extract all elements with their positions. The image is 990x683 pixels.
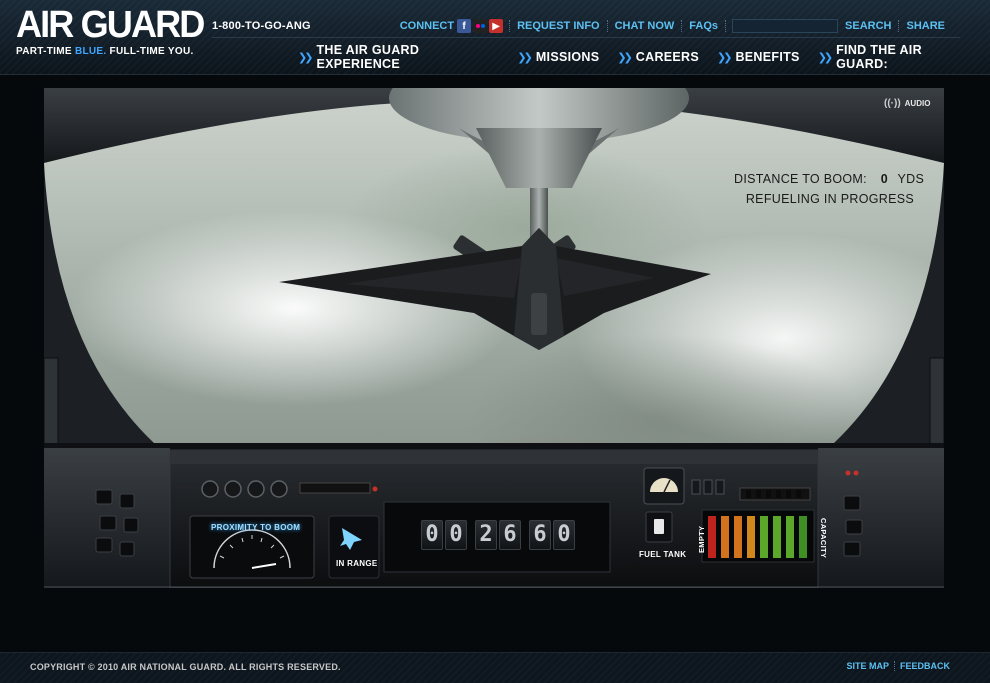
- site-footer: COPYRIGHT © 2010 AIR NATIONAL GUARD. ALL…: [0, 652, 990, 683]
- distance-unit: YDS: [897, 172, 925, 186]
- empty-label: EMPTY: [697, 525, 706, 553]
- distance-row: DISTANCE TO BOOM: 0 YDS: [734, 172, 924, 186]
- tagline-highlight: BLUE.: [74, 46, 107, 57]
- youtube-icon[interactable]: ▶: [489, 19, 504, 33]
- double-chevron-icon: ❯❯: [298, 51, 314, 64]
- fuel-bar: [734, 516, 742, 558]
- tagline-part1: PART-TIME: [16, 46, 72, 57]
- timer-digit: 6: [529, 520, 551, 550]
- refuel-status: REFUELING IN PROGRESS: [745, 192, 914, 206]
- timer-digit: 0: [421, 520, 443, 550]
- tagline-part2: FULL-TIME YOU.: [109, 46, 194, 57]
- search-button[interactable]: SEARCH: [838, 20, 898, 32]
- nav-item-label: BENEFITS: [735, 50, 800, 64]
- fuel-bar: [760, 516, 768, 558]
- nav-item-label: CAREERS: [635, 50, 700, 64]
- site-header: AIR GUARD PART-TIME BLUE. FULL-TIME YOU.…: [0, 0, 990, 75]
- nav-item-experience[interactable]: ❯❯ THE AIR GUARD EXPERIENCE: [298, 43, 499, 71]
- share-link[interactable]: SHARE: [899, 20, 952, 32]
- in-range-label: IN RANGE: [336, 559, 378, 568]
- request-info-link[interactable]: REQUEST INFO: [510, 20, 607, 32]
- divider: [725, 20, 727, 32]
- feedback-link[interactable]: FEEDBACK: [895, 661, 955, 671]
- cockpit-scene: [44, 88, 944, 588]
- nav-item-find[interactable]: ❯❯ FIND THE AIR GUARD:: [818, 43, 972, 71]
- audio-icon: ((·)): [884, 98, 901, 109]
- fuel-bar: [786, 516, 794, 558]
- connect-link[interactable]: CONNECT: [393, 20, 457, 32]
- hud-readout: DISTANCE TO BOOM: 0 YDS REFUELING IN PRO…: [734, 172, 924, 206]
- facebook-icon[interactable]: f: [457, 19, 472, 33]
- fuel-tank-label: FUEL TANK: [639, 550, 687, 559]
- copyright-text: COPYRIGHT © 2010 AIR NATIONAL GUARD. ALL…: [30, 662, 341, 672]
- search-input[interactable]: [732, 19, 839, 33]
- stealth-bomber: [279, 228, 711, 350]
- faqs-link[interactable]: FAQs: [682, 20, 725, 32]
- distance-value: 0: [880, 172, 888, 186]
- flickr-icon[interactable]: [473, 19, 488, 33]
- double-chevron-icon: ❯❯: [717, 51, 733, 64]
- refueling-game-stage[interactable]: ((·)) AUDIO DISTANCE TO BOOM: 0 YDS REFU…: [44, 88, 944, 588]
- in-range-panel: [328, 515, 380, 579]
- timer-digit: 6: [499, 520, 521, 550]
- footer-links: SITE MAP FEEDBACK: [841, 661, 955, 671]
- proximity-label: PROXIMITY TO BOOM: [211, 523, 301, 532]
- utility-nav: CONNECT f ▶ REQUEST INFO CHAT NOW FAQs S…: [393, 19, 952, 33]
- fuel-bar: [747, 516, 755, 558]
- countdown-timer: 0 0 2 6 6 0: [421, 520, 577, 550]
- audio-toggle[interactable]: ((·)) AUDIO: [884, 98, 930, 109]
- fuel-bar: [799, 516, 807, 558]
- fuel-bar: [721, 516, 729, 558]
- double-chevron-icon: ❯❯: [517, 51, 533, 64]
- double-chevron-icon: ❯❯: [617, 51, 633, 64]
- tagline: PART-TIME BLUE. FULL-TIME YOU.: [16, 46, 213, 57]
- main-nav: ❯❯ THE AIR GUARD EXPERIENCE ❯❯ MISSIONS …: [298, 43, 990, 71]
- nav-item-label: THE AIR GUARD EXPERIENCE: [316, 43, 420, 71]
- audio-label: AUDIO: [904, 99, 931, 108]
- timer-digit: 2: [475, 520, 497, 550]
- timer-digit: 0: [553, 520, 575, 550]
- connect-group: CONNECT f ▶: [393, 19, 509, 33]
- nav-item-careers[interactable]: ❯❯ CAREERS: [617, 43, 699, 71]
- nav-item-label: FIND THE AIR GUARD:: [836, 43, 922, 71]
- timer-digit: 0: [445, 520, 467, 550]
- refueling-boom: [476, 128, 602, 188]
- nav-divider: [212, 37, 960, 38]
- logo-text: AIR GUARD: [16, 4, 205, 46]
- capacity-label: CAPACITY: [819, 518, 828, 559]
- window-frame-left: [44, 163, 154, 448]
- air-guard-logo[interactable]: AIR GUARD PART-TIME BLUE. FULL-TIME YOU.: [16, 6, 213, 57]
- site-map-link[interactable]: SITE MAP: [841, 661, 894, 671]
- nav-item-missions[interactable]: ❯❯ MISSIONS: [517, 43, 599, 71]
- chat-now-link[interactable]: CHAT NOW: [608, 20, 682, 32]
- distance-label: DISTANCE TO BOOM:: [734, 172, 867, 186]
- phone-number: 1-800-TO-GO-ANG: [212, 20, 311, 32]
- nav-item-benefits[interactable]: ❯❯ BENEFITS: [717, 43, 800, 71]
- fuel-bar: [708, 516, 716, 558]
- nav-item-label: MISSIONS: [535, 50, 600, 64]
- double-chevron-icon: ❯❯: [817, 51, 834, 64]
- fuel-bar: [773, 516, 781, 558]
- fuel-level-meter: [701, 509, 815, 563]
